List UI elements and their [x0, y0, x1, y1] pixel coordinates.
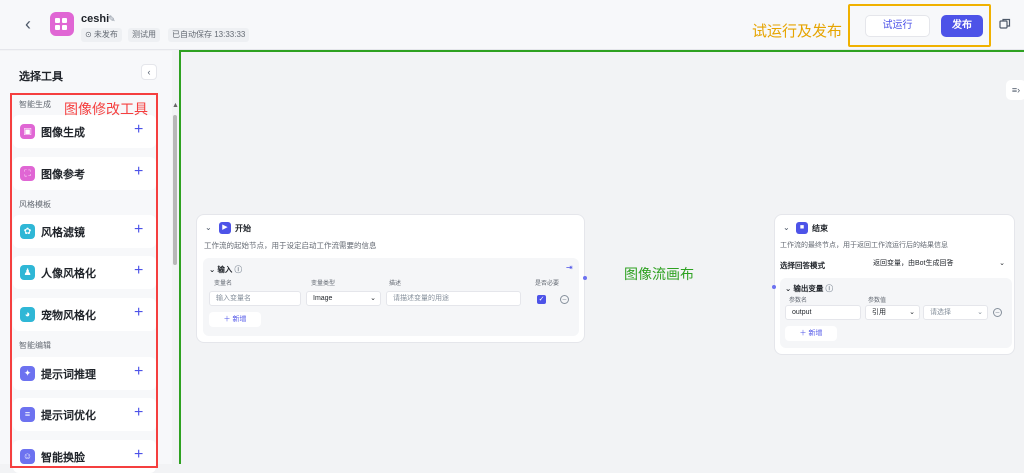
chevron-down-icon[interactable]: ⌄ [783, 223, 790, 232]
annotation-run-publish: 试运行及发布 [752, 23, 843, 40]
remove-icon[interactable]: – [560, 295, 569, 304]
column-header: 变量类型 [311, 281, 336, 287]
node-description: 工作流的最终节点，用于返回工作流运行后的结果信息 [780, 242, 948, 249]
node-title: 开始 [235, 224, 251, 233]
start-output-port[interactable] [583, 276, 587, 280]
end-node[interactable]: ⌄ ■ 结束 工作流的最终节点，用于返回工作流运行后的结果信息 选择回答模式 返… [774, 214, 1015, 355]
required-checkbox[interactable]: ✓ [537, 295, 546, 304]
variable-name-input[interactable]: 输入变量名 [209, 291, 301, 306]
top-header: ‹ ceshi ✎ ⊙ 未发布 测试用 已自动保存 13:33:33 试运行及发… [0, 0, 1024, 50]
copy-icon[interactable] [999, 18, 1011, 30]
node-title: 结束 [812, 224, 828, 233]
input-section: ⌄ 输入 ⓘ [209, 265, 242, 274]
column-header: 参数值 [868, 298, 887, 304]
add-output-button[interactable]: ＋ 新增 [785, 326, 837, 341]
sidebar-title: 选择工具 [19, 71, 63, 83]
chevron-down-icon[interactable]: ⌄ [205, 223, 212, 232]
column-header: 是否必要 [535, 281, 560, 287]
annotation-image-tools: 图像修改工具 [64, 101, 148, 117]
scroll-up-icon[interactable]: ▲ [172, 102, 179, 109]
app-icon [50, 12, 74, 36]
tag-badge: 测试用 [128, 28, 160, 42]
output-section: ⌄ 输出变量 ⓘ [785, 284, 833, 293]
answer-mode-select[interactable]: 返回变量，由Bot生成回答 ⌄ [867, 257, 1009, 272]
sidebar-scrollbar[interactable] [173, 115, 177, 265]
value-select[interactable]: 请选择 ⌄ [923, 305, 988, 320]
column-header: 参数名 [789, 298, 808, 304]
publish-status: ⊙ 未发布 [81, 28, 122, 42]
edit-icon[interactable]: ✎ [108, 14, 116, 25]
start-node[interactable]: ⌄ ▶ 开始 工作流的起始节点，用于设定启动工作流需要的信息 ⌄ 输入 ⓘ ⇥ … [196, 214, 585, 343]
annotation-canvas: 图像流画布 [624, 266, 694, 282]
autosave-status: 已自动保存 13:33:33 [168, 28, 250, 42]
annotation-box-red [10, 93, 158, 468]
start-icon: ▶ [219, 222, 231, 234]
column-header: 描述 [389, 281, 402, 287]
add-variable-button[interactable]: ＋ 新增 [209, 312, 261, 327]
answer-mode-label: 选择回答模式 [780, 261, 825, 270]
remove-icon[interactable]: – [993, 308, 1002, 317]
export-icon[interactable]: ⇥ [566, 263, 573, 272]
param-name-input[interactable]: output [785, 305, 861, 320]
back-icon[interactable]: ‹ [18, 14, 38, 34]
input-panel: ⌄ 输入 ⓘ ⇥ 变量名 变量类型 描述 是否必要 输入变量名 Image ⌄ 请… [203, 258, 579, 336]
app-title: ceshi [81, 13, 110, 25]
test-run-button[interactable]: 试运行 [865, 15, 930, 37]
output-panel: ⌄ 输出变量 ⓘ 参数名 参数值 output 引用 ⌄ 请选择 ⌄ – ＋ 新增 [780, 278, 1012, 348]
node-description: 工作流的起始节点，用于设定启动工作流需要的信息 [204, 241, 377, 250]
collapse-sidebar-button[interactable]: ‹ [141, 64, 157, 80]
publish-button[interactable]: 发布 [941, 15, 983, 37]
end-input-port[interactable] [772, 285, 776, 289]
ref-select[interactable]: 引用 ⌄ [865, 305, 920, 320]
variable-desc-input[interactable]: 请描述变量的用途 [386, 291, 521, 306]
end-icon: ■ [796, 222, 808, 234]
variable-type-select[interactable]: Image ⌄ [306, 291, 381, 306]
column-header: 变量名 [214, 281, 233, 287]
panel-toggle-icon[interactable]: ≡› [1006, 80, 1024, 100]
